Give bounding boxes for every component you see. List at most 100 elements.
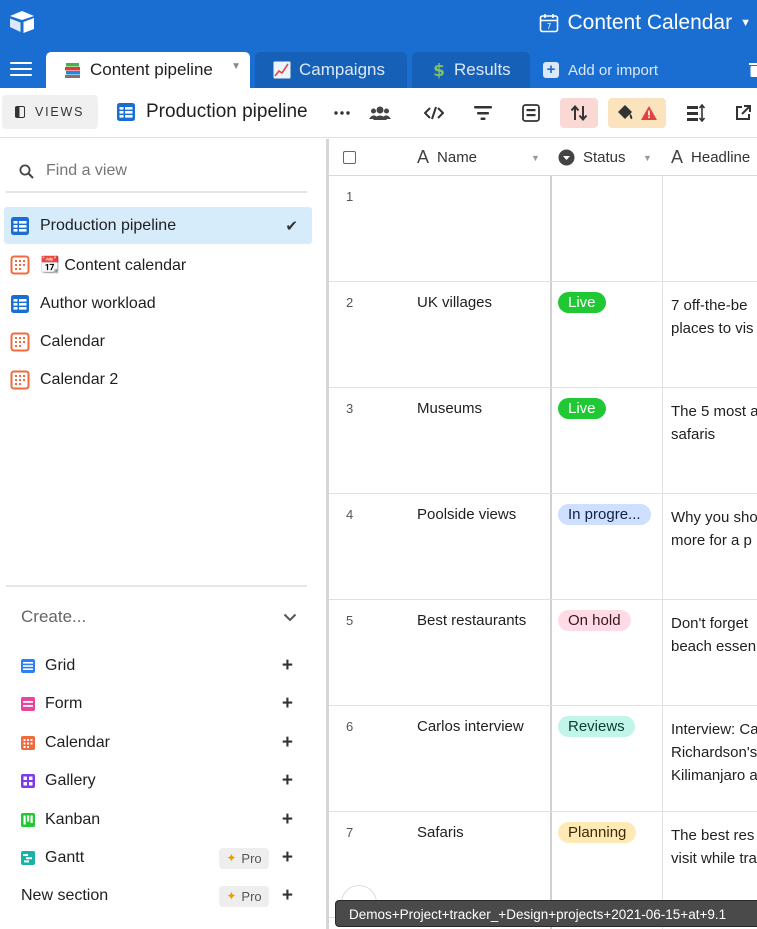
name-cell[interactable]: Carlos interview	[417, 718, 524, 735]
column-label: Name	[437, 149, 478, 166]
create-item-label: Gantt	[45, 849, 85, 866]
more-icon[interactable]	[329, 100, 355, 126]
views-label: VIEWS	[35, 105, 85, 119]
column-header-name[interactable]: A Name	[417, 139, 477, 176]
plus-icon[interactable]: +	[282, 693, 293, 715]
tab-content-pipeline[interactable]: Content pipeline ▼	[46, 52, 250, 88]
chevron-down-icon	[283, 613, 297, 621]
views-toggle-button[interactable]: VIEWS	[2, 95, 98, 129]
chevron-down-icon: ▼	[740, 17, 751, 29]
sidebar-view-production-pipeline[interactable]: Production pipeline ✔	[4, 207, 312, 244]
pro-badge: ✦ Pro	[219, 847, 269, 869]
airtable-logo[interactable]	[8, 10, 36, 34]
headline-cell[interactable]: The 5 most a safaris	[671, 400, 757, 446]
chevron-down-icon[interactable]: ▼	[531, 153, 540, 163]
create-new-section[interactable]: New section ✦ Pro +	[21, 881, 297, 911]
gallery-icon	[21, 774, 35, 788]
row-number: 5	[346, 613, 354, 628]
current-view-name[interactable]: Production pipeline	[116, 101, 308, 123]
column-header-status[interactable]: Status	[558, 139, 626, 176]
headline-cell[interactable]: Don't forget beach essen	[671, 612, 757, 658]
create-grid[interactable]: Grid +	[21, 651, 297, 681]
headline-cell[interactable]: Why you sho more for a p	[671, 506, 757, 552]
column-label: Status	[583, 149, 626, 166]
create-gantt[interactable]: Gantt ✦ Pro +	[21, 843, 297, 873]
filter-icon[interactable]	[470, 100, 496, 126]
table-row[interactable]: 5 Best restaurants On hold Don't forget bea…	[329, 600, 757, 706]
collaborators-icon[interactable]	[367, 100, 393, 126]
plus-icon[interactable]: +	[282, 809, 293, 831]
create-gallery[interactable]: Gallery +	[21, 766, 297, 796]
create-section-toggle[interactable]: Create...	[21, 607, 297, 627]
hide-fields-icon[interactable]	[421, 100, 447, 126]
table-row[interactable]: 3 Museums Live The 5 most a safaris	[329, 388, 757, 494]
status-badge[interactable]: Live	[558, 398, 606, 419]
sidebar-view-content-calendar[interactable]: 📆 Content calendar	[4, 246, 312, 283]
name-cell[interactable]: Museums	[417, 400, 482, 417]
plus-box-icon: +	[543, 62, 559, 78]
grid-view-icon	[117, 103, 135, 121]
table-tabs: Content pipeline ▼ Campaigns $ Results +…	[0, 52, 757, 88]
gantt-icon	[21, 851, 35, 865]
pro-badge-text: Pro	[241, 888, 262, 904]
plus-icon[interactable]: +	[282, 847, 293, 869]
base-title-text: Content Calendar	[567, 11, 733, 34]
color-warning-icon[interactable]	[608, 98, 666, 128]
name-cell[interactable]: UK villages	[417, 294, 492, 311]
tab-label: Campaigns	[299, 60, 385, 79]
create-form[interactable]: Form +	[21, 689, 297, 719]
table-row[interactable]: 4 Poolside views In progre... Why you sho m…	[329, 494, 757, 600]
find-view-search	[6, 151, 307, 193]
sparkle-icon: ✦	[226, 889, 237, 903]
create-calendar[interactable]: Calendar +	[21, 728, 297, 758]
create-item-label: Form	[45, 695, 83, 712]
chevron-down-icon[interactable]: ▼	[643, 153, 652, 163]
group-icon[interactable]	[518, 100, 544, 126]
chevron-down-icon[interactable]: ▼	[231, 61, 241, 72]
form-icon	[21, 697, 35, 711]
plus-icon[interactable]: +	[282, 655, 293, 677]
name-cell[interactable]: Poolside views	[417, 506, 516, 523]
headline-cell[interactable]: The best res visit while tra	[671, 824, 757, 870]
status-badge[interactable]: Live	[558, 292, 606, 313]
column-header-headline[interactable]: A Headline	[671, 139, 750, 176]
sidebar-view-calendar-2[interactable]: Calendar 2	[4, 361, 312, 398]
select-all-checkbox[interactable]	[343, 151, 356, 164]
name-cell[interactable]: Best restaurants	[417, 612, 526, 629]
grid-view-icon	[10, 294, 30, 314]
row-number: 3	[346, 401, 354, 416]
status-badge[interactable]: Reviews	[558, 716, 635, 737]
calendar-view-icon	[10, 255, 30, 275]
menu-icon[interactable]	[10, 62, 32, 78]
add-or-import-button[interactable]: + Add or import	[543, 52, 658, 88]
headline-cell[interactable]: 7 off-the-be places to vis	[671, 294, 757, 340]
plus-icon[interactable]: +	[282, 885, 293, 907]
search-icon	[19, 164, 34, 179]
sidebar-view-calendar[interactable]: Calendar	[4, 323, 312, 360]
table-row[interactable]: 2 UK villages Live 7 off-the-be places to v…	[329, 282, 757, 388]
row-height-icon[interactable]	[683, 100, 709, 126]
plus-icon[interactable]: +	[282, 732, 293, 754]
tab-campaigns[interactable]: Campaigns	[255, 52, 407, 88]
base-title[interactable]: 7 Content Calendar ▼	[539, 8, 751, 38]
status-badge[interactable]: Planning	[558, 822, 637, 843]
text-field-icon: A	[417, 147, 430, 167]
table-row[interactable]: 1	[329, 176, 757, 282]
headline-cell[interactable]: Interview: Ca Richardson's Kilimanjaro a	[671, 718, 757, 787]
sidebar-view-author-workload[interactable]: Author workload	[4, 285, 312, 322]
plus-icon[interactable]: +	[282, 770, 293, 792]
status-badge[interactable]: On hold	[558, 610, 631, 631]
create-kanban[interactable]: Kanban +	[21, 805, 297, 835]
sort-icon[interactable]	[560, 98, 598, 128]
find-view-input[interactable]	[46, 162, 286, 180]
table-row[interactable]: 6 Carlos interview Reviews Interview: Ca Ri…	[329, 706, 757, 812]
trash-icon[interactable]	[749, 61, 757, 77]
column-label: Headline	[691, 149, 751, 166]
pro-badge-text: Pro	[241, 850, 262, 866]
create-item-label: New section	[21, 887, 109, 904]
file-name-tooltip: Demos+Project+tracker_+Design+projects+2…	[335, 900, 757, 927]
tab-results[interactable]: $ Results	[412, 52, 530, 88]
name-cell[interactable]: Safaris	[417, 824, 464, 841]
share-view-icon[interactable]	[730, 100, 756, 126]
status-badge[interactable]: In progre...	[558, 504, 651, 525]
